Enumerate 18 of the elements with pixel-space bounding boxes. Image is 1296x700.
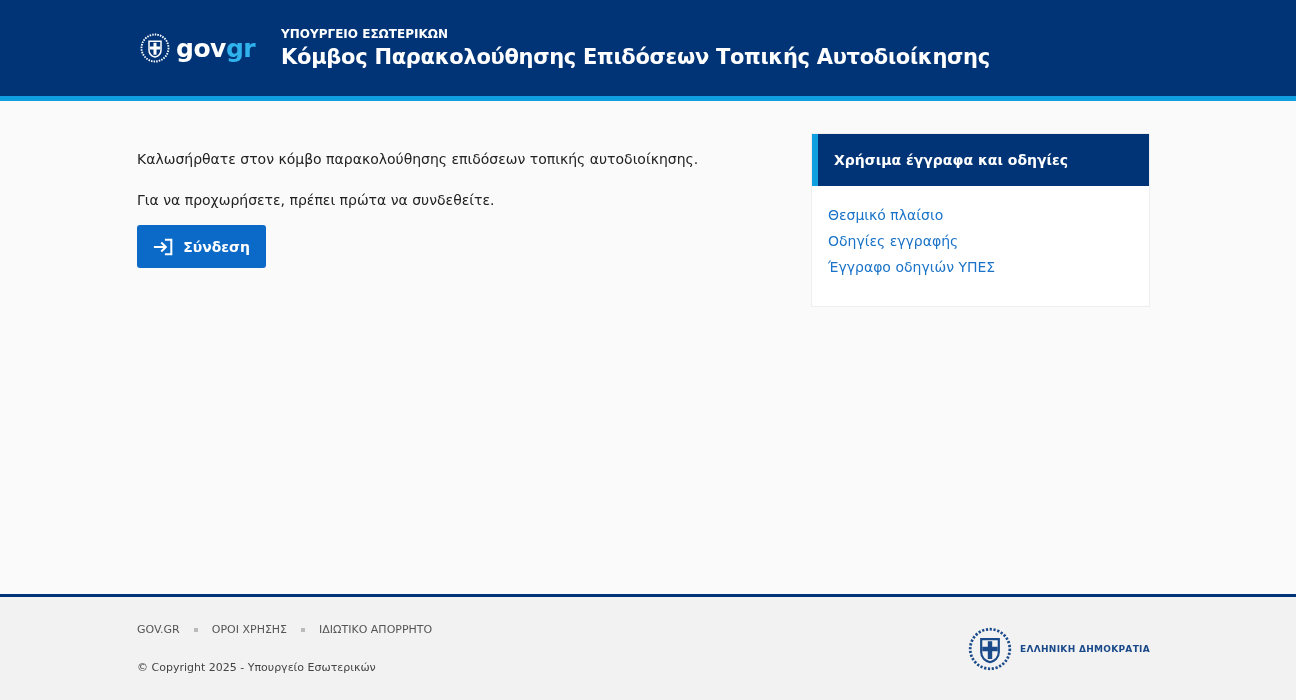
- document-link[interactable]: Θεσμικό πλαίσιο: [828, 207, 1133, 223]
- site-title: Κόμβος Παρακολούθησης Επιδόσεων Τοπικής Αυτοδιοίκησης: [281, 45, 990, 69]
- ministry-name: ΥΠΟΥΡΓΕΙΟ ΕΣΩΤΕΡΙΚΩΝ: [281, 27, 449, 41]
- emblem-icon: [140, 33, 170, 63]
- logo[interactable]: govgr: [176, 33, 256, 63]
- copyright-text: © Copyright 2025 - Υπουργείο Εσωτερικών: [137, 661, 377, 674]
- document-link[interactable]: Οδηγίες εγγραφής: [828, 233, 1133, 249]
- documents-card-title: Χρήσιμα έγγραφα και οδηγίες: [812, 134, 1149, 186]
- footer-link[interactable]: ΙΔΙΩΤΙΚΟ ΑΠΟΡΡΗΤΟ: [319, 623, 433, 636]
- document-link[interactable]: Έγγραφο οδηγιών ΥΠΕΣ: [828, 259, 1133, 275]
- emblem-caption: ΕΛΛΗΝΙΚΗ ΔΗΜΟΚΡΑΤΙΑ: [1020, 643, 1150, 654]
- login-icon: [153, 236, 174, 257]
- login-prompt: Για να προχωρήσετε, πρέπει πρώτα να συνδεθείτε.: [137, 192, 496, 208]
- footer-link[interactable]: ΟΡΟΙ ΧΡΗΣΗΣ: [211, 623, 288, 636]
- login-button[interactable]: Σύνδεση: [137, 225, 266, 268]
- welcome-text: Καλωσήρθατε στον κόμβο παρακολούθησης επιδόσεων τοπικής αυτοδιοίκησης.: [137, 151, 699, 167]
- emblem-icon: [968, 626, 1013, 671]
- footer-link[interactable]: GOV.GR: [137, 623, 180, 636]
